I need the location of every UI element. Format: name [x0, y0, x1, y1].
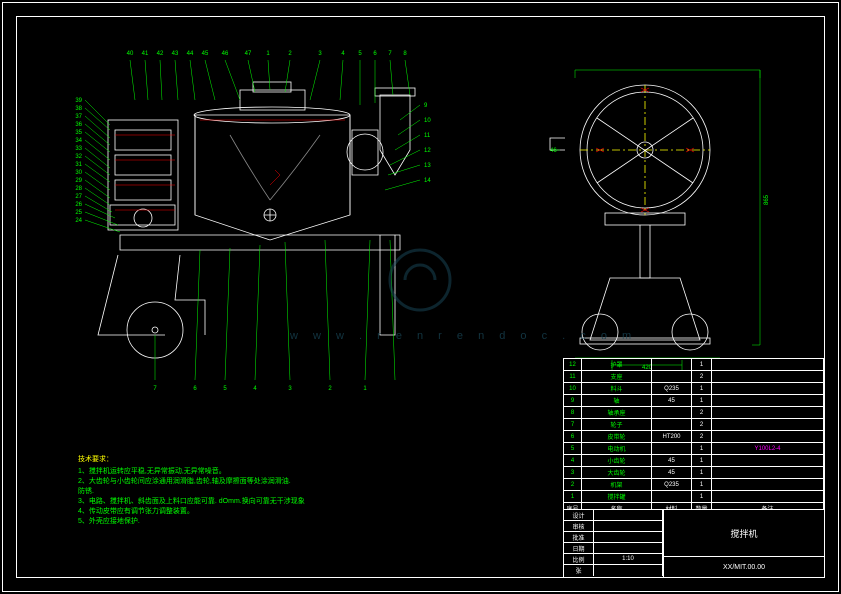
svg-text:46: 46 — [222, 51, 229, 57]
svg-text:38: 38 — [75, 106, 82, 112]
watermark-text: w w w . r e n r e n d o c . c o m — [290, 330, 637, 342]
svg-text:4: 4 — [253, 386, 257, 392]
svg-text:28: 28 — [75, 186, 82, 192]
svg-text:34: 34 — [75, 138, 82, 144]
svg-text:10: 10 — [424, 118, 431, 124]
svg-text:13: 13 — [424, 163, 431, 169]
svg-text:31: 31 — [75, 162, 82, 168]
svg-text:35: 35 — [75, 130, 82, 136]
svg-text:7: 7 — [153, 386, 157, 392]
svg-text:44: 44 — [187, 51, 194, 57]
parts-row: 9轴451 — [564, 395, 824, 407]
title-block: 12护罩1 11支座2 10料斗Q2351 9轴451 8轴承座2 7轮子2 6… — [563, 358, 825, 578]
svg-text:2: 2 — [328, 386, 332, 392]
parts-row: 2机架Q2351 — [564, 479, 824, 491]
svg-text:32: 32 — [75, 154, 82, 160]
svg-text:5: 5 — [223, 386, 227, 392]
svg-text:4: 4 — [341, 51, 345, 57]
svg-text:42: 42 — [157, 51, 164, 57]
watermark-logo — [380, 240, 460, 320]
svg-text:8: 8 — [403, 51, 407, 57]
drawing-number: XX/MIT.00.00 — [664, 557, 824, 577]
svg-text:14: 14 — [424, 178, 431, 184]
svg-text:5: 5 — [358, 51, 362, 57]
svg-text:37: 37 — [75, 114, 82, 120]
svg-text:39: 39 — [75, 98, 82, 104]
svg-text:7: 7 — [388, 51, 392, 57]
notes-header: 技术要求： — [78, 455, 305, 465]
svg-text:46: 46 — [550, 148, 557, 154]
svg-text:25: 25 — [75, 210, 82, 216]
svg-text:30: 30 — [75, 170, 82, 176]
svg-text:26: 26 — [75, 202, 82, 208]
parts-row: 5电动机1Y100L2-4 — [564, 443, 824, 455]
svg-text:41: 41 — [142, 51, 149, 57]
svg-text:12: 12 — [424, 148, 431, 154]
svg-text:6: 6 — [193, 386, 197, 392]
svg-text:6: 6 — [373, 51, 377, 57]
dim-height: 865 — [764, 194, 770, 205]
note-line: 4、传动皮带应有调节张力调整装置。 — [78, 507, 305, 517]
parts-row: 8轴承座2 — [564, 407, 824, 419]
note-line: 2、大齿轮与小齿轮间应涂通用润滑脂,齿轮,轴及摩擦面等处涂润滑油. — [78, 477, 305, 487]
svg-text:24: 24 — [75, 218, 82, 224]
svg-text:47: 47 — [245, 51, 252, 57]
note-line: 防锈. — [78, 487, 305, 497]
svg-text:36: 36 — [75, 122, 82, 128]
svg-text:1: 1 — [363, 386, 367, 392]
svg-text:33: 33 — [75, 146, 82, 152]
parts-row: 1搅拌罐1 — [564, 491, 824, 503]
svg-text:3: 3 — [318, 51, 322, 57]
parts-row: 3大齿轮451 — [564, 467, 824, 479]
note-line: 3、电路、搅拌机、斜齿面及上料口应能可靠. dOmm.换向可靠无干涉现象 — [78, 497, 305, 507]
svg-text:27: 27 — [75, 194, 82, 200]
svg-text:40: 40 — [127, 51, 134, 57]
svg-text:43: 43 — [172, 51, 179, 57]
note-line: 1、搅拌机运转应平稳,无异常振动,无异常噪音。 — [78, 467, 305, 477]
drawing-title: 搅拌机 — [664, 510, 824, 557]
parts-header: 序号名称材料数量备注 — [564, 503, 824, 509]
svg-text:2: 2 — [288, 51, 292, 57]
svg-text:9: 9 — [424, 103, 428, 109]
svg-text:45: 45 — [202, 51, 209, 57]
parts-row: 7轮子2 — [564, 419, 824, 431]
parts-row: 6皮带轮HT2002 — [564, 431, 824, 443]
svg-text:29: 29 — [75, 178, 82, 184]
parts-row: 12护罩1 — [564, 359, 824, 371]
parts-row: 4小齿轮451 — [564, 455, 824, 467]
technical-notes: 技术要求： 1、搅拌机运转应平稳,无异常振动,无异常噪音。 2、大齿轮与小齿轮间… — [78, 455, 305, 527]
parts-row: 10料斗Q2351 — [564, 383, 824, 395]
svg-text:11: 11 — [424, 133, 431, 139]
svg-text:1: 1 — [266, 51, 270, 57]
note-line: 5、外壳应接地保护. — [78, 517, 305, 527]
svg-text:3: 3 — [288, 386, 292, 392]
parts-row: 11支座2 — [564, 371, 824, 383]
